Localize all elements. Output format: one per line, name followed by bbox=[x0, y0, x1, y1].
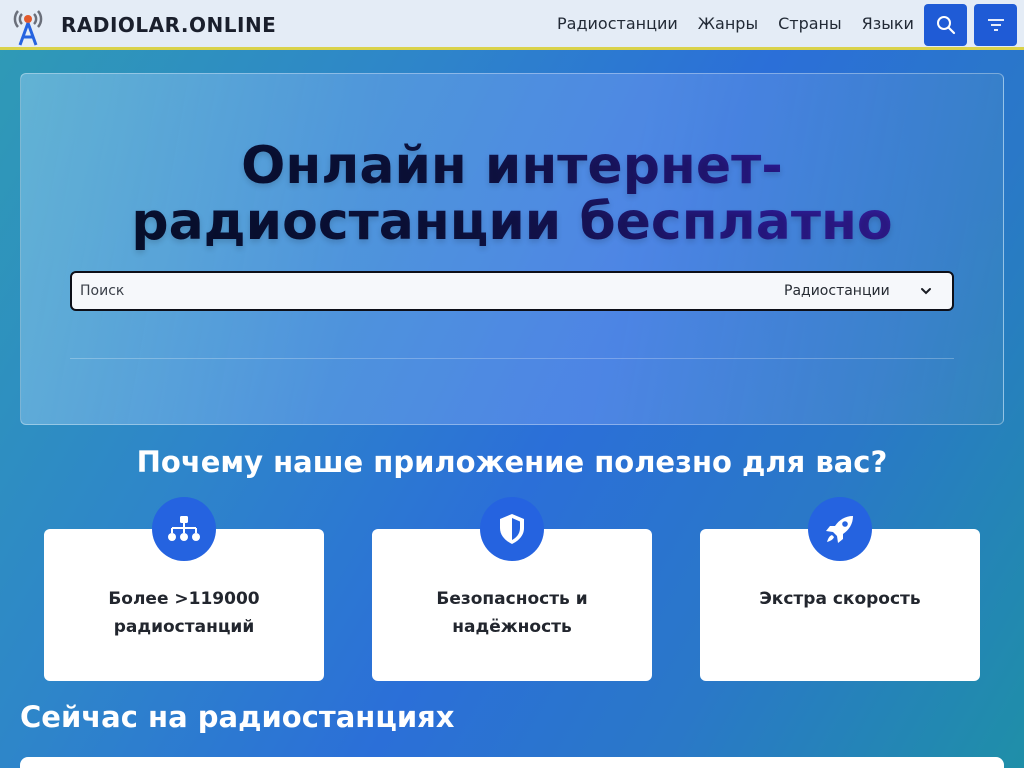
now-on-air-panel bbox=[20, 757, 1004, 768]
rocket-icon bbox=[826, 516, 853, 543]
nav-item-countries[interactable]: Страны bbox=[778, 14, 842, 34]
search-button[interactable] bbox=[924, 4, 967, 46]
feature-line2: радиостанций bbox=[113, 617, 255, 637]
radio-tower-icon[interactable] bbox=[10, 5, 46, 47]
hero-divider bbox=[70, 358, 954, 359]
main-nav: Радиостанции Жанры Страны Языки bbox=[557, 14, 934, 34]
feature-card-text: Экстра скорость bbox=[700, 585, 980, 613]
filter-icon bbox=[987, 19, 1004, 31]
search-bar: Радиостанции bbox=[70, 271, 954, 311]
hero-title-line2: радиостанции бесплатно bbox=[131, 192, 893, 252]
feature-card-text: Безопасность и надёжность bbox=[372, 585, 652, 641]
hero-title-line1: Онлайн интернет- bbox=[241, 136, 783, 196]
nav-item-genres[interactable]: Жанры bbox=[698, 14, 758, 34]
sitemap-badge bbox=[152, 497, 216, 561]
search-type-selected: Радиостанции bbox=[784, 283, 890, 299]
sitemap-icon bbox=[168, 516, 200, 541]
feature-line1: Экстра скорость bbox=[759, 589, 921, 609]
hero-title: Онлайн интернет- радиостанции бесплатно bbox=[0, 138, 1024, 250]
brand-name[interactable]: RADIOLAR.ONLINE bbox=[61, 13, 276, 37]
top-navbar: RADIOLAR.ONLINE Радиостанции Жанры Стран… bbox=[0, 0, 1024, 50]
search-type-select[interactable]: Радиостанции bbox=[784, 273, 890, 309]
nav-item-stations[interactable]: Радиостанции bbox=[557, 14, 678, 34]
feature-card-text: Более >119000 радиостанций bbox=[44, 585, 324, 641]
chevron-down-icon[interactable] bbox=[920, 285, 932, 297]
shield-badge bbox=[480, 497, 544, 561]
shield-icon bbox=[500, 514, 524, 544]
feature-line1: Безопасность и bbox=[436, 589, 588, 609]
now-on-air-title: Сейчас на радиостанциях bbox=[20, 700, 455, 734]
feature-line1: Более >119000 bbox=[108, 589, 260, 609]
features-title: Почему наше приложение полезно для вас? bbox=[136, 445, 888, 479]
search-icon bbox=[936, 16, 955, 35]
filter-menu-button[interactable] bbox=[974, 4, 1017, 46]
rocket-badge bbox=[808, 497, 872, 561]
nav-item-languages[interactable]: Языки bbox=[862, 14, 914, 34]
feature-line2: надёжность bbox=[452, 617, 572, 637]
